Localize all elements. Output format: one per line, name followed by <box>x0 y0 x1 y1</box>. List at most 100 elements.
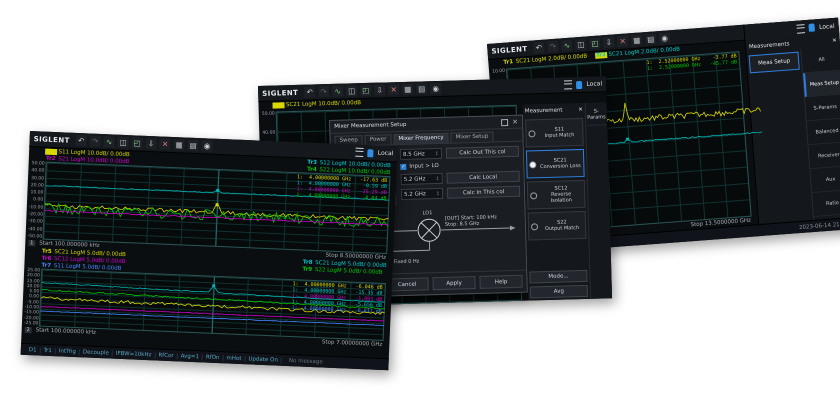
preset-icon[interactable]: ∿ <box>561 40 573 52</box>
preset-icon[interactable]: ∿ <box>103 136 114 147</box>
menu-icon[interactable] <box>356 148 364 157</box>
soft-menu-item[interactable]: Receiver <box>808 142 840 169</box>
status-item[interactable]: Avg=1 <box>178 353 204 360</box>
close-icon[interactable]: ✕ <box>578 107 583 113</box>
status-item[interactable]: IntTrig <box>56 348 80 355</box>
dialog-title: Mixer Measurement Setup <box>334 122 406 130</box>
siglent-logo: SIGLENT <box>262 88 298 97</box>
save-state-icon[interactable]: ◫ <box>117 137 128 148</box>
soft-menu-item[interactable]: Aux <box>810 166 840 193</box>
print-icon[interactable]: ▤ <box>416 83 427 94</box>
dialog-tab[interactable]: Mixer Setup <box>450 131 493 142</box>
dialog-tab[interactable]: Power <box>365 134 392 145</box>
save-state-icon[interactable]: ◫ <box>346 85 357 96</box>
radio-icon <box>528 130 535 137</box>
dialog-button[interactable]: Apply <box>432 276 475 290</box>
radio-icon <box>530 192 537 199</box>
panel-footer-button[interactable]: Mode... <box>529 270 587 284</box>
marker-readout: 1: 4.00000000 GHz -6.046 dB1: 4.00000000… <box>291 281 382 315</box>
save-state-icon[interactable]: ◫ <box>575 39 587 51</box>
measurement-option[interactable]: S11Input Match <box>525 118 584 148</box>
menu-icon[interactable] <box>564 80 572 89</box>
cal-icon[interactable]: ⇩ <box>374 84 385 95</box>
clock: 2023-06-14 21:03 <box>799 221 840 231</box>
close-icon[interactable]: ✕ <box>832 37 837 43</box>
marker-readout: 1: 4.00000000 GHz -17.63 dB1: 4.00000000… <box>296 174 387 202</box>
save-icon[interactable]: ▦ <box>631 34 643 46</box>
soft-menu-item[interactable]: Meas Setup <box>803 70 840 97</box>
soft-menu-item[interactable]: Ratio <box>812 190 840 217</box>
close-icon[interactable]: × <box>512 118 518 125</box>
radio-icon <box>531 223 538 230</box>
plot-area-ch1[interactable]: 1: 4.00000000 GHz -17.63 dB1: 4.00000000… <box>42 162 390 254</box>
preset-icon[interactable]: ∿ <box>332 86 343 97</box>
status-item[interactable]: IFBW=10kHz <box>113 350 156 358</box>
status-item[interactable]: mHot <box>223 355 245 362</box>
input-freq-field[interactable]: 5.2 GHz <box>401 188 443 200</box>
recall-state-icon[interactable]: ◰ <box>589 38 601 50</box>
delete-trace-icon[interactable]: ✕ <box>388 84 399 95</box>
status-item[interactable]: Update On <box>245 356 282 364</box>
output-freq-field[interactable]: 8.5 GHz <box>400 148 442 160</box>
start-frequency: Start 100.000000 kHz <box>36 327 97 336</box>
measurement-option[interactable]: SC12Reverse Isolation <box>527 180 586 210</box>
dialog-button[interactable]: Help <box>479 275 522 289</box>
camera-icon[interactable]: ◉ <box>201 140 212 151</box>
radio-icon <box>529 161 536 168</box>
calc-in-button[interactable]: Calc In This col <box>447 186 520 199</box>
local-label[interactable]: Local <box>819 22 835 30</box>
calc-local-button[interactable]: Calc Local <box>446 171 519 184</box>
delete-trace-icon[interactable]: ✕ <box>159 138 170 149</box>
siglent-logo: SIGLENT <box>34 135 70 145</box>
soft-menu-item[interactable]: All <box>801 47 840 74</box>
input-gt-lo-checkbox[interactable]: Input > LO <box>400 163 439 170</box>
status-item[interactable]: D1 <box>26 347 41 354</box>
redo-icon[interactable]: ↷ <box>318 86 329 97</box>
touch-icon[interactable] <box>576 80 582 88</box>
dialog-tab[interactable]: Mixer Frequency <box>393 133 448 145</box>
panel-title: Measurement <box>525 108 563 115</box>
status-item[interactable]: Tr1 <box>40 347 56 354</box>
local-label[interactable]: Local <box>586 80 602 87</box>
print-icon[interactable]: ▤ <box>645 33 657 45</box>
measurement-option[interactable]: SC21Conversion Loss <box>526 149 585 179</box>
delete-trace-icon[interactable]: ✕ <box>617 35 629 47</box>
menu-icon[interactable] <box>797 24 806 34</box>
soft-menu-item[interactable]: S-Params <box>805 94 840 121</box>
mixer-lo-label: LO1 <box>423 210 433 216</box>
save-icon[interactable]: ▦ <box>173 139 184 150</box>
undo-icon[interactable]: ↶ <box>304 86 315 97</box>
calc-out-button[interactable]: Calc Out This col <box>446 146 519 159</box>
touch-icon[interactable] <box>809 23 816 31</box>
cal-icon[interactable]: ⇩ <box>603 36 615 48</box>
status-item[interactable]: RfCor <box>155 352 177 359</box>
measurement-option[interactable]: S22Output Match <box>528 211 587 241</box>
local-label[interactable]: Local <box>378 150 394 158</box>
panel-title: Measurements <box>749 41 790 50</box>
soft-menu-item[interactable]: Balanced <box>807 118 840 145</box>
panel-footer: Mode...Avg <box>529 270 588 299</box>
camera-icon[interactable]: ◉ <box>659 32 671 44</box>
channel-number: 2 <box>25 327 32 333</box>
undo-icon[interactable]: ↶ <box>75 135 86 146</box>
recall-state-icon[interactable]: ◰ <box>131 137 142 148</box>
save-icon[interactable]: ▦ <box>402 84 413 95</box>
channel-number: 1 <box>28 240 35 246</box>
cal-icon[interactable]: ⇩ <box>145 138 156 149</box>
s-params-menu-item[interactable]: S-Params <box>587 104 607 126</box>
lo-freq-field[interactable]: 5.2 GHz <box>401 173 443 185</box>
status-item[interactable]: RfOn <box>203 354 224 361</box>
print-icon[interactable]: ▤ <box>187 140 198 151</box>
recall-state-icon[interactable]: ◰ <box>360 85 371 96</box>
undo-icon[interactable]: ↶ <box>533 42 545 54</box>
maximize-icon[interactable] <box>501 119 508 126</box>
redo-icon[interactable]: ↷ <box>89 136 100 147</box>
status-item[interactable]: Decouple <box>80 349 113 356</box>
vna-window-traces: SIGLENT ↶↷∿◫◰⇩✕▦▤◉ Local Tr1 S11 LogM 10… <box>21 131 398 370</box>
panel-footer-button[interactable]: Avg <box>530 285 588 299</box>
measurement-options: S11Input Match SC21Conversion Loss SC12R… <box>525 118 586 241</box>
redo-icon[interactable]: ↷ <box>547 41 559 53</box>
touch-icon[interactable] <box>368 149 374 157</box>
camera-icon[interactable]: ◉ <box>430 83 441 94</box>
toolbar-icons: ↶↷∿◫◰⇩✕▦▤◉ <box>304 83 441 98</box>
